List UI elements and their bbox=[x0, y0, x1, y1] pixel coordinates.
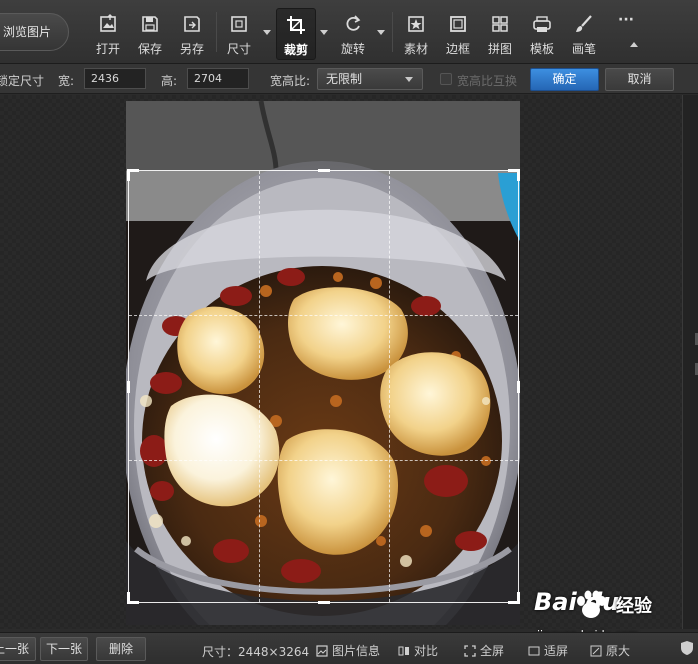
border-button[interactable]: 边框 bbox=[438, 10, 478, 58]
brush-icon bbox=[576, 15, 592, 32]
crop-handle-bottom-right[interactable] bbox=[508, 592, 520, 604]
confirm-button[interactable]: 确定 bbox=[530, 68, 599, 91]
image-info-button[interactable]: 图片信息 bbox=[316, 642, 380, 659]
image-info-icon bbox=[316, 645, 328, 657]
crop-button[interactable]: 裁剪 bbox=[276, 8, 316, 60]
brush-button[interactable]: 画笔 bbox=[564, 10, 604, 58]
shield-icon[interactable] bbox=[680, 640, 694, 656]
rotate-button[interactable]: 旋转 bbox=[333, 10, 373, 58]
original-size-label: 原大 bbox=[606, 644, 631, 658]
original-size-button[interactable]: 原大 bbox=[590, 642, 630, 659]
delete-button[interactable]: 删除 bbox=[96, 637, 146, 661]
previous-image-button[interactable]: 上一张 bbox=[0, 637, 36, 661]
resize-button[interactable]: 尺寸 bbox=[219, 10, 259, 58]
open-label: 打开 bbox=[95, 42, 120, 56]
aspect-ratio-select[interactable]: 无限制 bbox=[317, 68, 423, 90]
crop-grid-line bbox=[259, 171, 260, 602]
crop-dropdown-icon[interactable] bbox=[320, 30, 328, 35]
compare-label: 对比 bbox=[414, 644, 439, 658]
toolbar-divider bbox=[392, 12, 393, 52]
save-label: 保存 bbox=[137, 42, 162, 56]
bottom-status-bar: 上一张 下一张 删除 尺寸：2448×3264 图片信息 对比 全屏 适屏 原大 bbox=[0, 632, 698, 664]
chevron-down-icon bbox=[405, 77, 413, 82]
right-side-panel-handle[interactable] bbox=[682, 95, 698, 629]
resize-label: 尺寸 bbox=[226, 42, 251, 56]
crop-handle-left[interactable] bbox=[127, 381, 130, 393]
more-button[interactable]: ··· bbox=[606, 10, 646, 58]
fit-screen-label: 适屏 bbox=[544, 644, 569, 658]
swap-ratio-label: 宽高比互换 bbox=[457, 74, 518, 88]
crop-selection-box[interactable] bbox=[127, 169, 520, 604]
material-label: 素材 bbox=[403, 42, 428, 56]
save-button[interactable]: 保存 bbox=[130, 10, 170, 58]
height-label: 高: bbox=[161, 74, 178, 88]
paw-icon bbox=[577, 590, 606, 618]
collage-icon bbox=[492, 16, 508, 32]
width-label: 宽: bbox=[58, 74, 75, 88]
crop-handle-top-right[interactable] bbox=[508, 169, 520, 181]
crop-grid-line bbox=[129, 460, 518, 461]
template-icon bbox=[533, 16, 551, 32]
open-icon bbox=[100, 14, 116, 32]
crop-handle-bottom[interactable] bbox=[318, 601, 330, 604]
compare-button[interactable]: 对比 bbox=[398, 642, 438, 659]
crop-label: 裁剪 bbox=[283, 43, 308, 57]
crop-handle-right[interactable] bbox=[517, 381, 520, 393]
rotate-dropdown-icon[interactable] bbox=[377, 30, 385, 35]
border-icon bbox=[450, 16, 466, 32]
lock-size-label[interactable]: 锁定尺寸 bbox=[0, 72, 44, 89]
rotate-label: 旋转 bbox=[340, 42, 365, 56]
compare-icon bbox=[398, 646, 409, 656]
aspect-ratio-value: 无限制 bbox=[326, 72, 363, 86]
save-as-label: 另存 bbox=[179, 42, 204, 56]
original-size-icon bbox=[590, 645, 602, 657]
toolbar-divider bbox=[216, 12, 217, 52]
height-input[interactable]: 2704 bbox=[187, 68, 249, 89]
crop-outside-overlay bbox=[126, 101, 520, 170]
aspect-ratio-label: 宽高比: bbox=[270, 74, 311, 88]
rotate-icon bbox=[346, 15, 361, 31]
jingyan-text: 经验 bbox=[616, 596, 652, 617]
image-info-label: 图片信息 bbox=[332, 644, 381, 658]
fullscreen-icon bbox=[464, 645, 476, 657]
resize-icon bbox=[231, 16, 247, 32]
swap-ratio-checkbox[interactable] bbox=[440, 73, 452, 85]
next-image-button[interactable]: 下一张 bbox=[40, 637, 88, 661]
collapse-toolbar-icon[interactable] bbox=[630, 42, 638, 47]
open-button[interactable]: 打开 bbox=[88, 10, 128, 58]
collage-button[interactable]: 拼图 bbox=[480, 10, 520, 58]
fullscreen-label: 全屏 bbox=[480, 644, 505, 658]
material-button[interactable]: 素材 bbox=[396, 10, 436, 58]
material-icon bbox=[408, 16, 424, 32]
crop-handle-top[interactable] bbox=[318, 169, 330, 172]
collage-label: 拼图 bbox=[487, 42, 512, 56]
more-icon: ··· bbox=[618, 12, 634, 28]
border-label: 边框 bbox=[445, 42, 470, 56]
fullscreen-button[interactable]: 全屏 bbox=[464, 642, 504, 659]
crop-icon bbox=[287, 16, 305, 34]
template-label: 模板 bbox=[529, 42, 554, 56]
brush-label: 画笔 bbox=[571, 42, 596, 56]
fit-screen-button[interactable]: 适屏 bbox=[528, 642, 568, 659]
save-as-button[interactable]: 另存 bbox=[172, 10, 212, 58]
cancel-button[interactable]: 取消 bbox=[605, 68, 674, 91]
width-input[interactable]: 2436 bbox=[84, 68, 146, 89]
crop-options-bar: 锁定尺寸 宽: 2436 高: 2704 宽高比: 无限制 宽高比互换 确定 取… bbox=[0, 64, 698, 94]
resize-dropdown-icon[interactable] bbox=[263, 30, 271, 35]
image-size-text: 尺寸：2448×3264 bbox=[202, 645, 310, 659]
fit-screen-icon bbox=[528, 646, 540, 656]
save-icon bbox=[142, 16, 158, 32]
crop-handle-top-left[interactable] bbox=[127, 169, 139, 181]
crop-grid-line bbox=[129, 315, 518, 316]
template-button[interactable]: 模板 bbox=[522, 10, 562, 58]
save-as-icon bbox=[184, 16, 200, 32]
crop-handle-bottom-left[interactable] bbox=[127, 592, 139, 604]
photo-image bbox=[126, 101, 520, 625]
crop-grid-line bbox=[389, 171, 390, 602]
main-toolbar: 浏览图片 打开 保存 另存 尺寸 裁剪 旋转 素材 边框 拼图 模板 画笔 ··… bbox=[0, 0, 698, 64]
browse-images-button[interactable]: 浏览图片 bbox=[0, 13, 69, 51]
